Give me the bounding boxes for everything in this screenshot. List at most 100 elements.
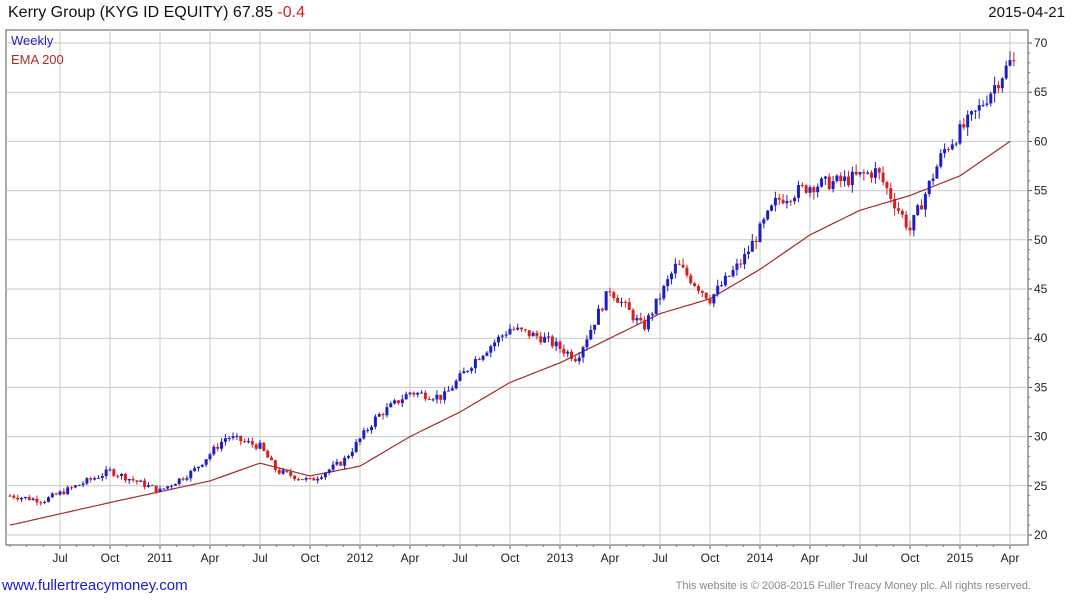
candle-up [923,194,927,210]
candle-down [70,487,74,489]
candle-down [804,185,808,193]
candle-up [793,197,797,202]
candle-up [377,414,381,417]
y-tick-label: 20 [1034,528,1048,542]
x-tick-label: Jul [852,551,867,565]
candle-down [243,441,247,443]
candle-up [954,143,958,145]
candle-down [216,446,220,449]
candle-up [454,380,458,389]
candle-down [677,263,681,265]
candle-down [812,187,816,193]
candle-up [327,469,331,473]
candle-up [431,399,435,401]
candle-up [635,317,639,321]
candle-down [708,298,712,304]
candle-up [500,335,504,337]
candle-down [962,124,966,128]
candle-down [1012,60,1016,62]
candle-up [735,263,739,270]
candle-down [570,351,574,359]
candle-up [127,479,131,481]
candle-down [881,172,885,183]
candle-up [543,336,547,343]
candle-up [662,285,666,299]
y-tick-label: 70 [1034,36,1048,50]
candle-up [370,426,374,431]
candle-up [596,308,600,325]
candle-up [966,114,970,128]
candle-up [508,328,512,335]
candle-down [627,302,631,310]
candle-up [720,285,724,287]
candle-down [427,399,431,401]
candle-down [693,283,697,286]
candle-up [435,394,439,400]
y-tick-label: 65 [1034,85,1048,99]
candle-up [320,477,324,479]
candle-up [589,329,593,340]
candle-up [858,172,862,175]
candle-down [520,327,524,330]
candle-down [862,172,866,174]
candle-up [604,291,608,311]
candle-up [139,480,143,482]
candle-up [977,105,981,111]
y-tick-label: 50 [1034,233,1048,247]
candle-down [920,205,924,210]
x-tick-label: Apr [801,551,820,565]
candle-down [681,264,685,268]
candle-up [343,457,347,466]
candle-down [800,185,804,187]
candle-up [346,456,350,458]
candle-down [62,491,66,495]
x-tick-label: 2011 [147,551,173,565]
candle-up [46,497,50,502]
candle-up [816,186,820,193]
candle-down [150,485,154,487]
candle-up [235,435,239,437]
y-tick-label: 25 [1034,479,1048,493]
candle-up [66,487,70,495]
candle-up [658,298,662,300]
candle-down [439,394,443,400]
candle-up [366,430,370,432]
candle-up [96,477,100,479]
candle-down [293,475,297,480]
candle-down [608,291,612,293]
candle-up [166,486,170,489]
y-tick-label: 55 [1034,184,1048,198]
candle-up [473,359,477,369]
candle-up [420,392,424,394]
candle-up [620,301,624,303]
symbol-price: Kerry Group (KYG ID EQUITY) 67.85 [8,4,273,21]
y-tick-label: 35 [1034,380,1048,394]
candle-down [112,469,116,476]
candle-up [646,315,650,330]
candle-down [550,336,554,347]
candle-up [823,176,827,179]
candle-down [262,442,266,451]
candle-up [212,446,216,455]
legend-ema-200: EMA 200 [11,52,64,67]
candle-up [808,187,812,193]
candle-up [993,85,997,94]
candle-up [246,441,250,443]
candle-down [423,392,427,400]
candle-up [100,476,104,478]
x-tick-label: Jul [252,551,267,565]
candle-up [773,197,777,206]
candle-down [273,460,277,470]
candle-up [108,469,112,471]
x-tick-label: Apr [601,551,620,565]
candle-down [900,210,904,215]
candle-down [631,309,635,321]
candle-up [481,355,485,360]
candle-up [670,273,674,280]
website-link[interactable]: www.fullertreacymoney.com [2,577,188,594]
candle-up [650,313,654,316]
candle-up [746,251,750,255]
x-tick-label: Oct [301,551,320,565]
candle-up [81,483,85,485]
candle-down [135,480,139,482]
